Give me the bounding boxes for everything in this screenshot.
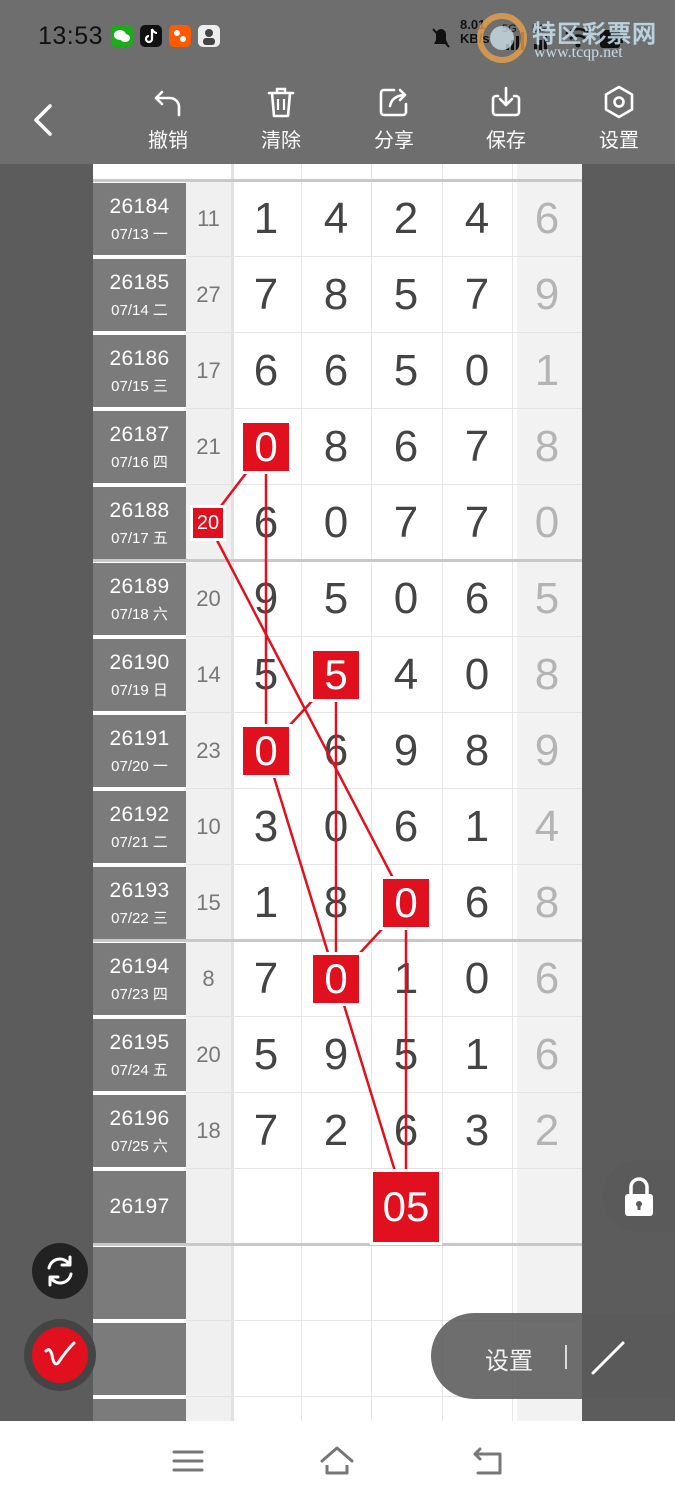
share-icon	[379, 88, 408, 117]
lock-icon	[625, 1177, 653, 1216]
save-label: 保存	[486, 130, 526, 152]
lock-button[interactable]	[603, 1160, 675, 1232]
hexagon-settings-icon	[604, 85, 634, 119]
clear-label: 清除	[261, 130, 301, 152]
undo-button[interactable]: 撤销	[133, 84, 203, 160]
back-icon[interactable]	[470, 1443, 506, 1479]
home-icon[interactable]	[319, 1443, 355, 1479]
line-tool-icon[interactable]	[581, 1331, 633, 1383]
undo-label: 撤销	[148, 130, 188, 152]
trend-line-segment	[206, 522, 408, 904]
refresh-button[interactable]	[32, 1243, 88, 1299]
pill-settings-label[interactable]: 设置	[485, 1341, 533, 1376]
highlight-mark[interactable]: 0	[313, 955, 359, 1003]
pen-button[interactable]	[24, 1319, 96, 1391]
trash-icon	[267, 87, 295, 118]
highlight-mark[interactable]: 0	[243, 727, 289, 775]
status-time: 13:53	[38, 22, 104, 50]
navigation-bar	[0, 1421, 675, 1500]
chart-grid[interactable]: 26184 07/13 一 11 1 4 2 4 6 26185 07/14 二 27 7 8 5 7 9 26…	[93, 164, 582, 1421]
clear-button[interactable]: 清除	[246, 84, 316, 160]
pen-icon	[44, 1341, 76, 1366]
settings-label: 设置	[599, 130, 639, 152]
settings-button[interactable]: 设置	[584, 84, 654, 160]
download-icon	[491, 86, 521, 117]
status-bar: 13:53 8.01 KB/s 5G5G 特区彩票网 www.tcqp.net	[0, 0, 675, 76]
trend-lines	[206, 446, 408, 1208]
drawing-settings-pill[interactable]: 设置	[431, 1313, 675, 1399]
watermark-url: www.tcqp.net	[534, 44, 623, 61]
pill-divider	[565, 1345, 567, 1369]
highlight-mark[interactable]: 0	[243, 423, 289, 471]
tiktok-icon	[140, 25, 162, 47]
taobao-icon	[169, 25, 191, 47]
highlight-sum-mark[interactable]: 20	[193, 508, 223, 538]
highlight-mark[interactable]: 5	[313, 651, 359, 699]
highlight-mark[interactable]: 0	[383, 879, 429, 927]
menu-icon[interactable]	[170, 1443, 206, 1479]
pen-button-fill	[32, 1327, 88, 1383]
avatar-app-icon	[198, 25, 220, 47]
mute-icon	[430, 18, 452, 58]
save-button[interactable]: 保存	[471, 84, 541, 160]
toolbar: 撤销 清除 分享 保存 设置	[0, 76, 675, 164]
share-button[interactable]: 分享	[359, 84, 429, 160]
refresh-icon	[47, 1255, 73, 1287]
watermark: 特区彩票网 www.tcqp.net	[476, 10, 675, 70]
left-margin	[0, 164, 93, 1421]
chevron-left-icon[interactable]	[22, 98, 66, 142]
trend-line-segment	[264, 750, 338, 980]
share-label: 分享	[374, 130, 414, 152]
right-margin	[582, 164, 675, 1421]
wechat-icon	[111, 25, 133, 47]
undo-icon	[154, 90, 181, 117]
highlight-mark[interactable]: 05	[373, 1172, 439, 1242]
